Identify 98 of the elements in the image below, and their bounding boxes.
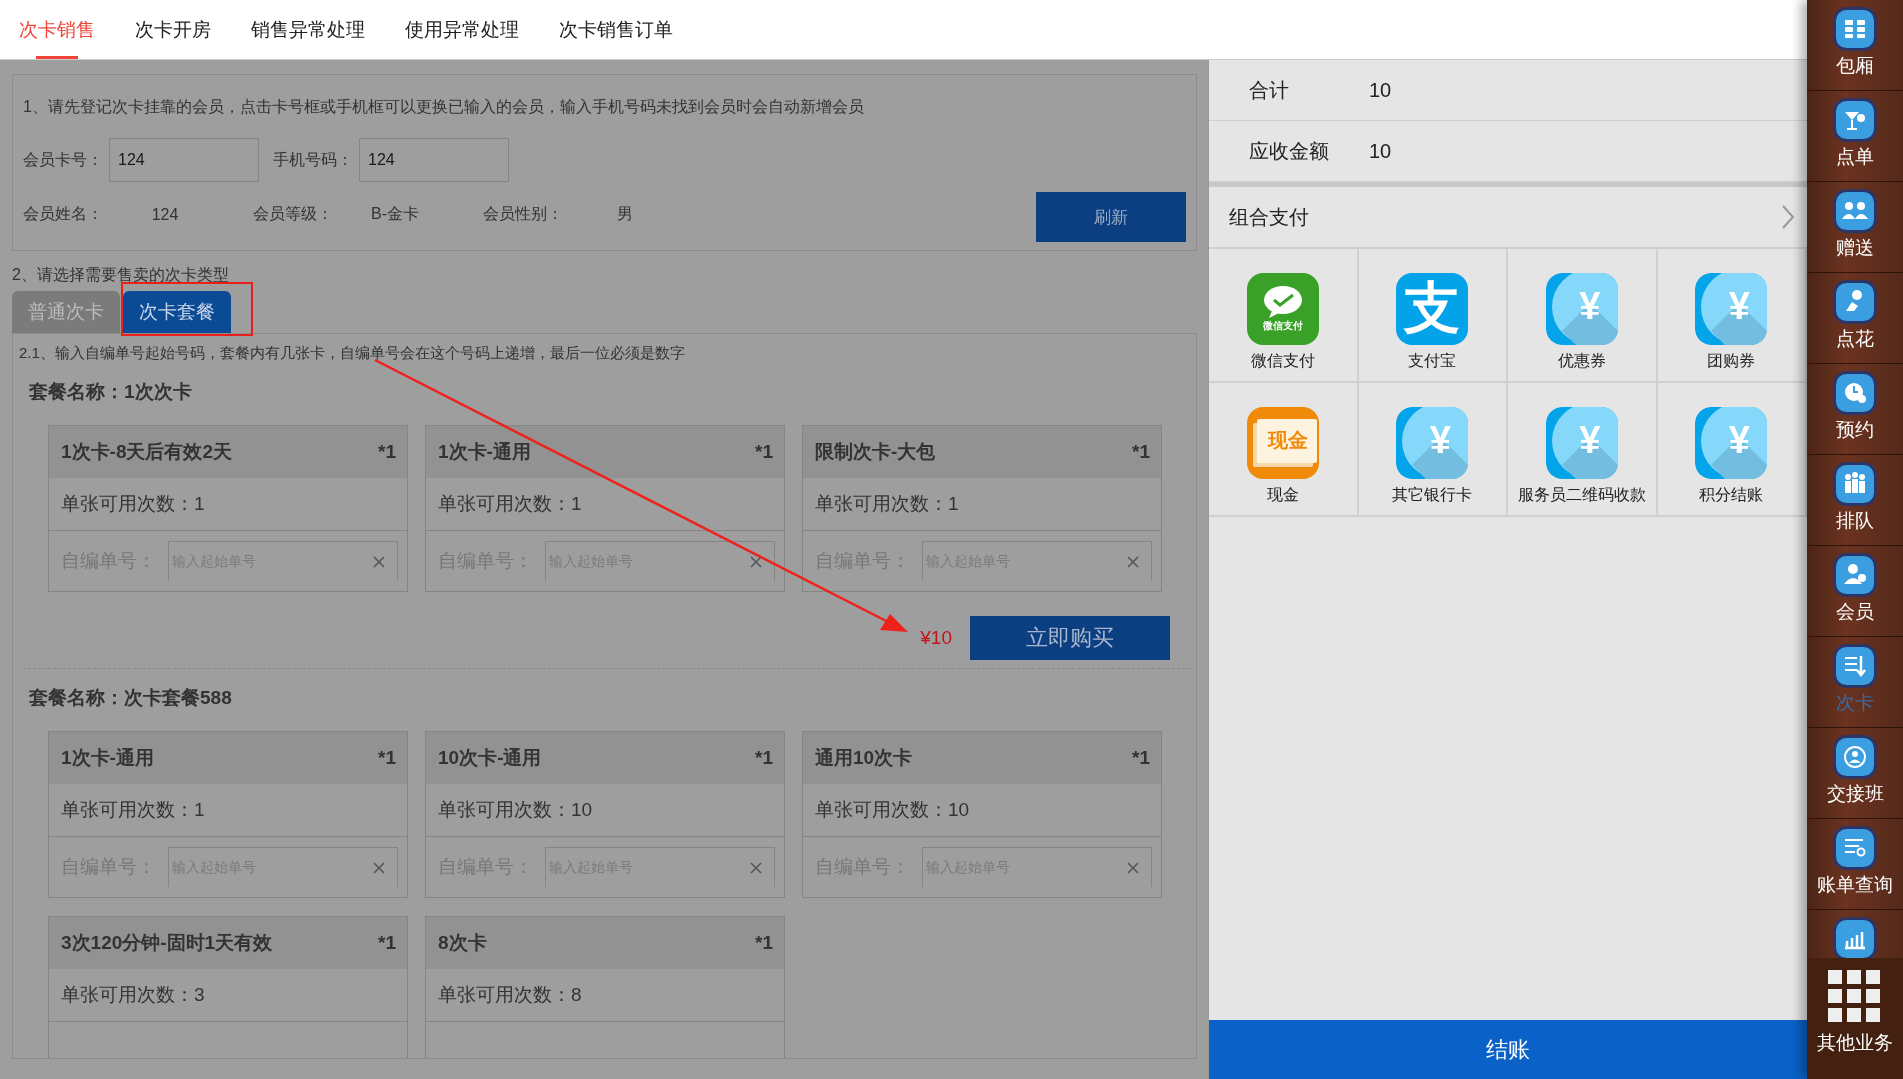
input-field[interactable]: 124 <box>359 138 509 182</box>
uses-text: 单张可用次数：1 <box>61 492 205 516</box>
sidebar-item[interactable]: 点单 <box>1807 91 1903 182</box>
payment-method[interactable]: ¥ 积分结账 <box>1657 383 1807 517</box>
uses-text: 单张可用次数：8 <box>438 983 582 1007</box>
checkout-button[interactable]: 结账 <box>1209 1020 1807 1079</box>
tab[interactable]: 使用异常处理 <box>405 0 519 59</box>
quantity: *1 <box>1132 747 1150 769</box>
field-label: 会员卡号： <box>23 149 103 170</box>
info-value: 124 <box>150 205 180 224</box>
combined-payment-row[interactable]: 组合支付 <box>1209 182 1807 249</box>
field-label: 手机号码： <box>273 149 353 170</box>
info-label: 会员姓名： <box>23 204 103 224</box>
clear-icon[interactable] <box>373 555 385 568</box>
payment-method[interactable]: 微信支付 微信支付 <box>1209 249 1359 383</box>
card-title: 1次卡-通用 <box>61 746 154 770</box>
chat-bubble-icon: 微信支付 <box>1246 273 1319 345</box>
quantity: *1 <box>755 932 773 954</box>
tab[interactable]: 次卡开房 <box>135 0 211 59</box>
quantity: *1 <box>378 441 396 463</box>
clear-icon[interactable] <box>1127 555 1139 568</box>
summary-value: 10 <box>1369 139 1392 163</box>
document-search-icon <box>1833 826 1877 870</box>
chart-icon[interactable] <box>1833 917 1877 961</box>
grid-icon <box>1828 970 1882 1024</box>
sidebar-item[interactable]: 交接班 <box>1807 728 1903 819</box>
uses-text: 单张可用次数：10 <box>438 798 593 822</box>
summary-label: 应收金额 <box>1249 138 1330 164</box>
clear-icon[interactable] <box>750 861 762 874</box>
quantity: *1 <box>755 441 773 463</box>
yen-icon: ¥ <box>1695 407 1768 479</box>
tab[interactable]: 次卡销售 <box>19 0 95 59</box>
member-icon <box>1833 553 1877 597</box>
payment-method[interactable]: 现金 现金 <box>1209 383 1359 517</box>
card-title: 限制次卡-大包 <box>815 440 936 464</box>
people-icon <box>1833 189 1877 233</box>
card-title: 3次120分钟-固时1天有效 <box>61 931 273 955</box>
more-button[interactable]: 其他业务 <box>1807 958 1903 1079</box>
card-title: 1次卡-8天后有效2天 <box>61 440 233 464</box>
sidebar-item[interactable]: 赠送 <box>1807 182 1903 273</box>
refresh-button[interactable]: 刷新 <box>1036 192 1186 242</box>
quantity: *1 <box>378 932 396 954</box>
sidebar-item[interactable]: 排队 <box>1807 455 1903 546</box>
clear-icon[interactable] <box>750 555 762 568</box>
yen-icon: ¥ <box>1396 407 1469 479</box>
instruction-text: 2.1、输入自编单号起始号码，套餐内有几张卡，自编单号会在这个号码上递增，最后一位必须是数字 <box>19 344 686 363</box>
uses-text: 单张可用次数：1 <box>438 492 582 516</box>
payment-method[interactable]: ¥ 优惠券 <box>1508 249 1658 383</box>
grid-icon <box>1833 7 1877 51</box>
clear-icon[interactable] <box>373 861 385 874</box>
quantity: *1 <box>755 747 773 769</box>
cash-icon: 现金 <box>1246 407 1319 479</box>
sidebar-item[interactable]: 包厢 <box>1807 0 1903 91</box>
queue-icon <box>1833 462 1877 506</box>
summary-value: 10 <box>1369 78 1392 102</box>
tab[interactable]: 销售异常处理 <box>251 0 365 59</box>
card-title: 1次卡-通用 <box>438 440 531 464</box>
package-title: 套餐名称：1次次卡 <box>29 380 193 404</box>
card-title: 通用10次卡 <box>815 746 913 770</box>
clock-icon <box>1833 371 1877 415</box>
person-icon <box>1833 735 1877 779</box>
info-value: 男 <box>616 204 634 224</box>
package-title: 套餐名称：次卡套餐588 <box>29 686 233 710</box>
quantity: *1 <box>1132 441 1150 463</box>
payment-method[interactable]: 支 支付宝 <box>1358 249 1508 383</box>
clear-icon[interactable] <box>1127 861 1139 874</box>
input-field[interactable]: 124 <box>109 138 259 182</box>
card-title: 8次卡 <box>438 931 487 955</box>
instruction-text: 1、请先登记次卡挂靠的会员，点击卡号框或手机框可以更换已输入的会员，输入手机号码未找到会员时会自动新增会员 <box>23 97 865 117</box>
tab[interactable]: 次卡套餐 <box>123 291 231 333</box>
payment-method[interactable]: ¥ 服务员二维码收款 <box>1508 383 1658 517</box>
info-label: 会员等级： <box>253 204 333 224</box>
drink-icon <box>1833 98 1877 142</box>
quantity: *1 <box>378 747 396 769</box>
section-prompt: 2、请选择需要售卖的次卡类型 <box>12 265 230 285</box>
yen-icon: ¥ <box>1545 273 1618 345</box>
buy-button[interactable]: 立即购买 <box>970 616 1170 660</box>
uses-text: 单张可用次数：1 <box>61 798 205 822</box>
yen-icon: ¥ <box>1695 273 1768 345</box>
uses-text: 单张可用次数：1 <box>815 492 959 516</box>
sidebar-item[interactable]: 账单查询 <box>1807 819 1903 910</box>
info-label: 会员性别： <box>483 204 563 224</box>
sidebar-item[interactable]: 会员 <box>1807 546 1903 637</box>
yen-icon: ¥ <box>1545 407 1618 479</box>
sidebar-item[interactable]: 预约 <box>1807 364 1903 455</box>
payment-method[interactable]: ¥ 其它银行卡 <box>1358 383 1508 517</box>
list-icon <box>1833 644 1877 688</box>
tab[interactable]: 次卡销售订单 <box>559 0 673 59</box>
alipay-logo-icon: 支 <box>1396 273 1469 345</box>
card-title: 10次卡-通用 <box>438 746 542 770</box>
summary-label: 合计 <box>1249 77 1290 103</box>
price: ¥10 <box>920 627 952 649</box>
payment-method[interactable]: ¥ 团购券 <box>1657 249 1807 383</box>
info-value: B-金卡 <box>370 204 420 224</box>
uses-text: 单张可用次数：3 <box>61 983 205 1007</box>
uses-text: 单张可用次数：10 <box>815 798 970 822</box>
sidebar-item[interactable]: 点花 <box>1807 273 1903 364</box>
chevron-right-icon <box>1781 204 1795 230</box>
